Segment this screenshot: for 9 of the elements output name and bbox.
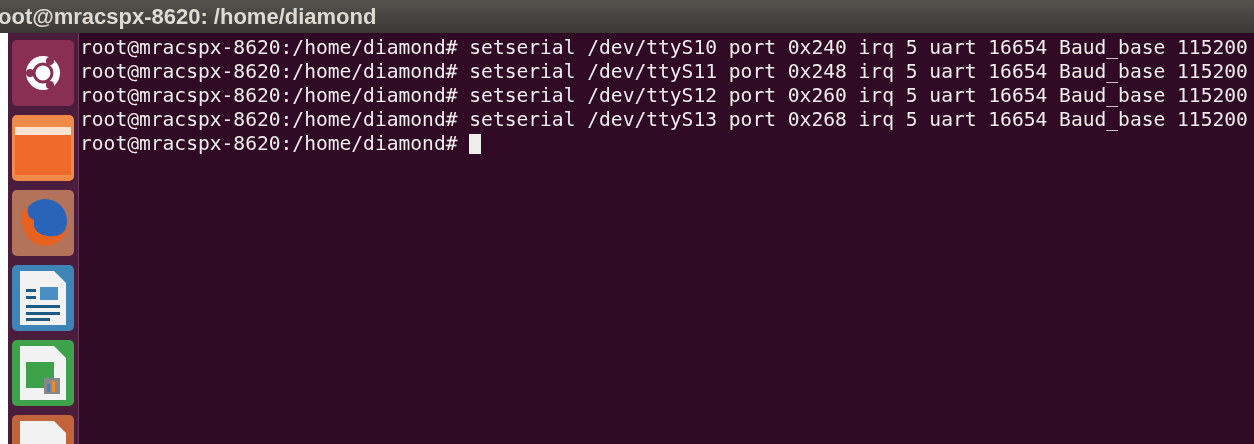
- terminal-line: root@mracspx-8620:/home/diamond# setserial /dev/ttyS13 port 0x268 irq 5 uart 16654 Baud_base 115200: [80, 108, 1248, 132]
- ubuntu-logo-icon[interactable]: [12, 40, 74, 106]
- terminal-line: root@mracspx-8620:/home/diamond# setserial /dev/ttyS10 port 0x240 irq 5 uart 16654 Baud_base 115200: [80, 36, 1248, 60]
- terminal-line: root@mracspx-8620:/home/diamond#: [80, 132, 458, 156]
- terminal-line: root@mracspx-8620:/home/diamond# setserial /dev/ttyS11 port 0x248 irq 5 uart 16654 Baud_base 115200: [80, 60, 1248, 84]
- spreadsheet-icon[interactable]: [12, 340, 74, 406]
- folder-icon[interactable]: [12, 115, 74, 181]
- document-icon[interactable]: [12, 265, 74, 331]
- terminal-line: root@mracspx-8620:/home/diamond# setserial /dev/ttyS12 port 0x260 irq 5 uart 16654 Baud_base 115200: [80, 84, 1248, 108]
